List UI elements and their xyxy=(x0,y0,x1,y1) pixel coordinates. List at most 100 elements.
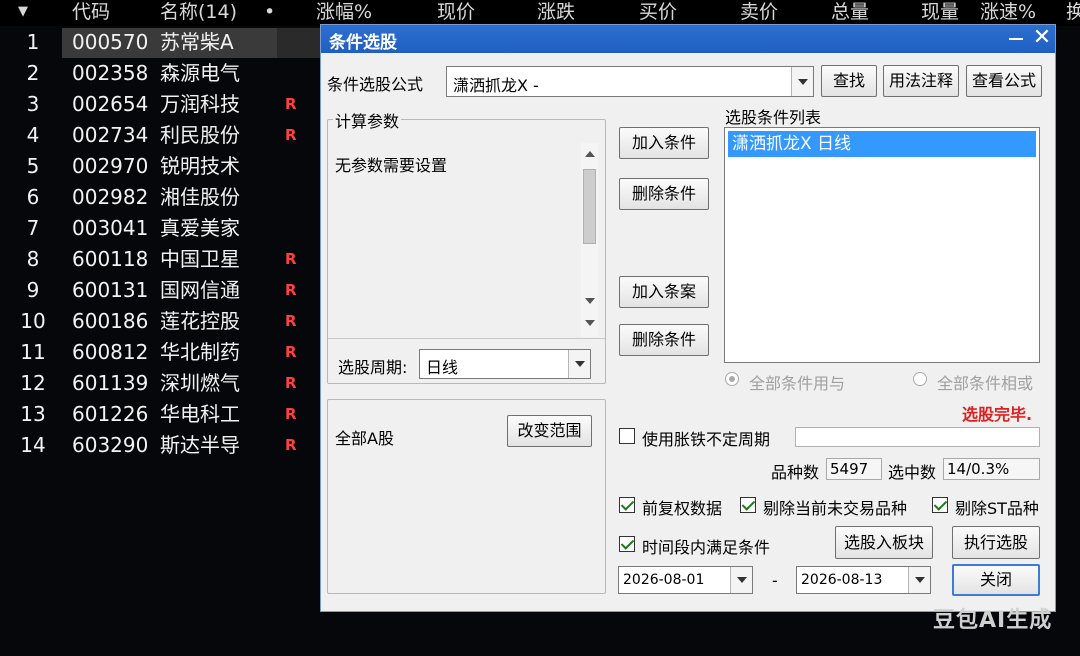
chevron-down-icon[interactable] xyxy=(908,567,930,593)
header-speed[interactable]: 涨速% xyxy=(980,0,1036,24)
table-row[interactable]: 4 002734 利民股份 R xyxy=(0,120,320,151)
minimize-icon[interactable] xyxy=(1007,29,1025,47)
table-header: ▼ 代码 名称(14) • 涨幅% 现价 涨跌 买价 卖价 总量 现量 涨速% … xyxy=(0,0,1080,26)
table-row[interactable]: 1 000570 苏常柴A xyxy=(0,27,322,58)
row-code: 003041 xyxy=(72,216,149,240)
header-current-vol[interactable]: 现量 xyxy=(921,0,959,24)
header-name[interactable]: 名称(14) xyxy=(160,0,237,24)
header-price[interactable]: 现价 xyxy=(437,0,475,24)
params-scrollbar[interactable] xyxy=(581,143,598,337)
table-row[interactable]: 9 600131 国网信通 R xyxy=(0,275,320,306)
dialog-titlebar[interactable]: 条件选股 ✕ xyxy=(321,25,1055,53)
dialog-title: 条件选股 xyxy=(329,33,397,53)
condition-list-label: 选股条件列表 xyxy=(725,108,822,127)
formula-label: 条件选股公式 xyxy=(327,75,424,94)
row-index: 10 xyxy=(20,309,46,333)
row-index: 12 xyxy=(20,371,46,395)
radio-and[interactable] xyxy=(725,372,739,386)
condition-list[interactable]: 潇洒抓龙X 日线 xyxy=(724,127,1040,363)
radio-or[interactable] xyxy=(913,372,927,386)
date-separator: - xyxy=(772,571,778,590)
row-name: 万润科技 xyxy=(160,92,240,116)
adjust-period-field[interactable] xyxy=(795,427,1040,447)
header-change[interactable]: 涨跌 xyxy=(537,0,575,24)
date-to-picker[interactable]: 2026-08-13 xyxy=(796,566,931,594)
table-row[interactable]: 14 603290 斯达半导 R xyxy=(0,430,320,461)
table-row[interactable]: 13 601226 华电科工 R xyxy=(0,399,320,430)
header-code[interactable]: 代码 xyxy=(72,0,110,24)
adjust-period-checkbox[interactable] xyxy=(619,428,635,444)
watermark: 豆包AI生成 xyxy=(933,608,1053,633)
add-case-button[interactable]: 加入条案 xyxy=(619,276,709,308)
view-formula-button[interactable]: 查看公式 xyxy=(966,65,1042,97)
delete-condition-button-2[interactable]: 删除条件 xyxy=(619,324,709,356)
table-row[interactable]: 6 002982 湘佳股份 xyxy=(0,182,320,213)
row-mark: R xyxy=(285,126,297,144)
row-code: 002734 xyxy=(72,123,149,147)
date-from-picker[interactable]: 2026-08-01 xyxy=(618,566,753,594)
params-text: 无参数需要设置 xyxy=(335,156,448,175)
header-bid[interactable]: 买价 xyxy=(639,0,677,24)
exclude-st-checkbox[interactable] xyxy=(932,497,948,513)
header-change-pct[interactable]: 涨幅% xyxy=(316,0,372,24)
row-code: 600118 xyxy=(72,247,149,271)
row-index: 11 xyxy=(20,340,46,364)
row-name: 利民股份 xyxy=(160,123,240,147)
row-mark: R xyxy=(285,281,297,299)
chevron-down-icon[interactable] xyxy=(730,567,752,593)
header-volume[interactable]: 总量 xyxy=(831,0,869,24)
row-index: 1 xyxy=(26,30,40,54)
table-row[interactable]: 7 003041 真爱美家 xyxy=(0,213,320,244)
row-code: 002358 xyxy=(72,61,149,85)
row-code: 002970 xyxy=(72,154,149,178)
list-item[interactable]: 潇洒抓龙X 日线 xyxy=(728,131,1036,157)
row-index: 4 xyxy=(26,123,40,147)
row-highlight xyxy=(277,28,322,58)
execute-button[interactable]: 执行选股 xyxy=(952,526,1040,559)
row-code: 002982 xyxy=(72,185,149,209)
row-code: 600812 xyxy=(72,340,149,364)
table-row[interactable]: 12 601139 深圳燃气 R xyxy=(0,368,320,399)
to-block-button[interactable]: 选股入板块 xyxy=(835,526,933,559)
chevron-down-icon[interactable] xyxy=(791,67,813,96)
row-mark: R xyxy=(285,250,297,268)
add-condition-button[interactable]: 加入条件 xyxy=(619,127,709,159)
table-row[interactable]: 2 002358 森源电气 xyxy=(0,58,320,89)
adjust-period-label: 使用胀铁不定周期 xyxy=(642,430,771,449)
sort-arrow-icon[interactable]: ▼ xyxy=(18,0,28,24)
row-name: 湘佳股份 xyxy=(160,185,240,209)
table-row[interactable]: 11 600812 华北制药 R xyxy=(0,337,320,368)
row-code: 601139 xyxy=(72,371,149,395)
table-row[interactable]: 10 600186 莲花控股 R xyxy=(0,306,320,337)
radio-and-label: 全部条件用与 xyxy=(749,374,846,393)
period-combo[interactable]: 日线 xyxy=(419,349,591,379)
row-name: 苏常柴A xyxy=(160,30,234,54)
pre-adjust-checkbox[interactable] xyxy=(619,497,635,513)
row-code: 603290 xyxy=(72,433,149,457)
selected-count-value: 14/0.3% xyxy=(943,458,1040,480)
time-condition-checkbox[interactable] xyxy=(619,536,635,552)
exclude-untraded-checkbox[interactable] xyxy=(740,497,756,513)
row-index: 5 xyxy=(26,154,40,178)
row-code: 002654 xyxy=(72,92,149,116)
formula-combo[interactable]: 潇洒抓龙X - xyxy=(446,66,814,97)
change-scope-button[interactable]: 改变范围 xyxy=(507,415,592,447)
selected-count-label: 选中数 xyxy=(888,463,937,482)
header-extra[interactable]: 换 xyxy=(1066,0,1080,24)
close-icon[interactable]: ✕ xyxy=(1031,27,1053,49)
chevron-down-icon[interactable] xyxy=(568,350,590,378)
table-row[interactable]: 8 600118 中国卫星 R xyxy=(0,244,320,275)
period-label: 选股周期: xyxy=(338,358,408,377)
table-row[interactable]: 5 002970 锐明技术 xyxy=(0,151,320,182)
header-ask[interactable]: 卖价 xyxy=(740,0,778,24)
row-name: 深圳燃气 xyxy=(160,371,240,395)
row-index: 3 xyxy=(26,92,40,116)
find-button[interactable]: 查找 xyxy=(821,65,877,97)
table-row[interactable]: 3 002654 万润科技 R xyxy=(0,89,320,120)
usage-button[interactable]: 用法注释 xyxy=(883,65,959,97)
row-mark: R xyxy=(285,374,297,392)
row-mark: R xyxy=(285,343,297,361)
row-code: 000570 xyxy=(72,30,149,54)
close-button[interactable]: 关闭 xyxy=(952,564,1040,596)
delete-condition-button[interactable]: 删除条件 xyxy=(619,178,709,210)
